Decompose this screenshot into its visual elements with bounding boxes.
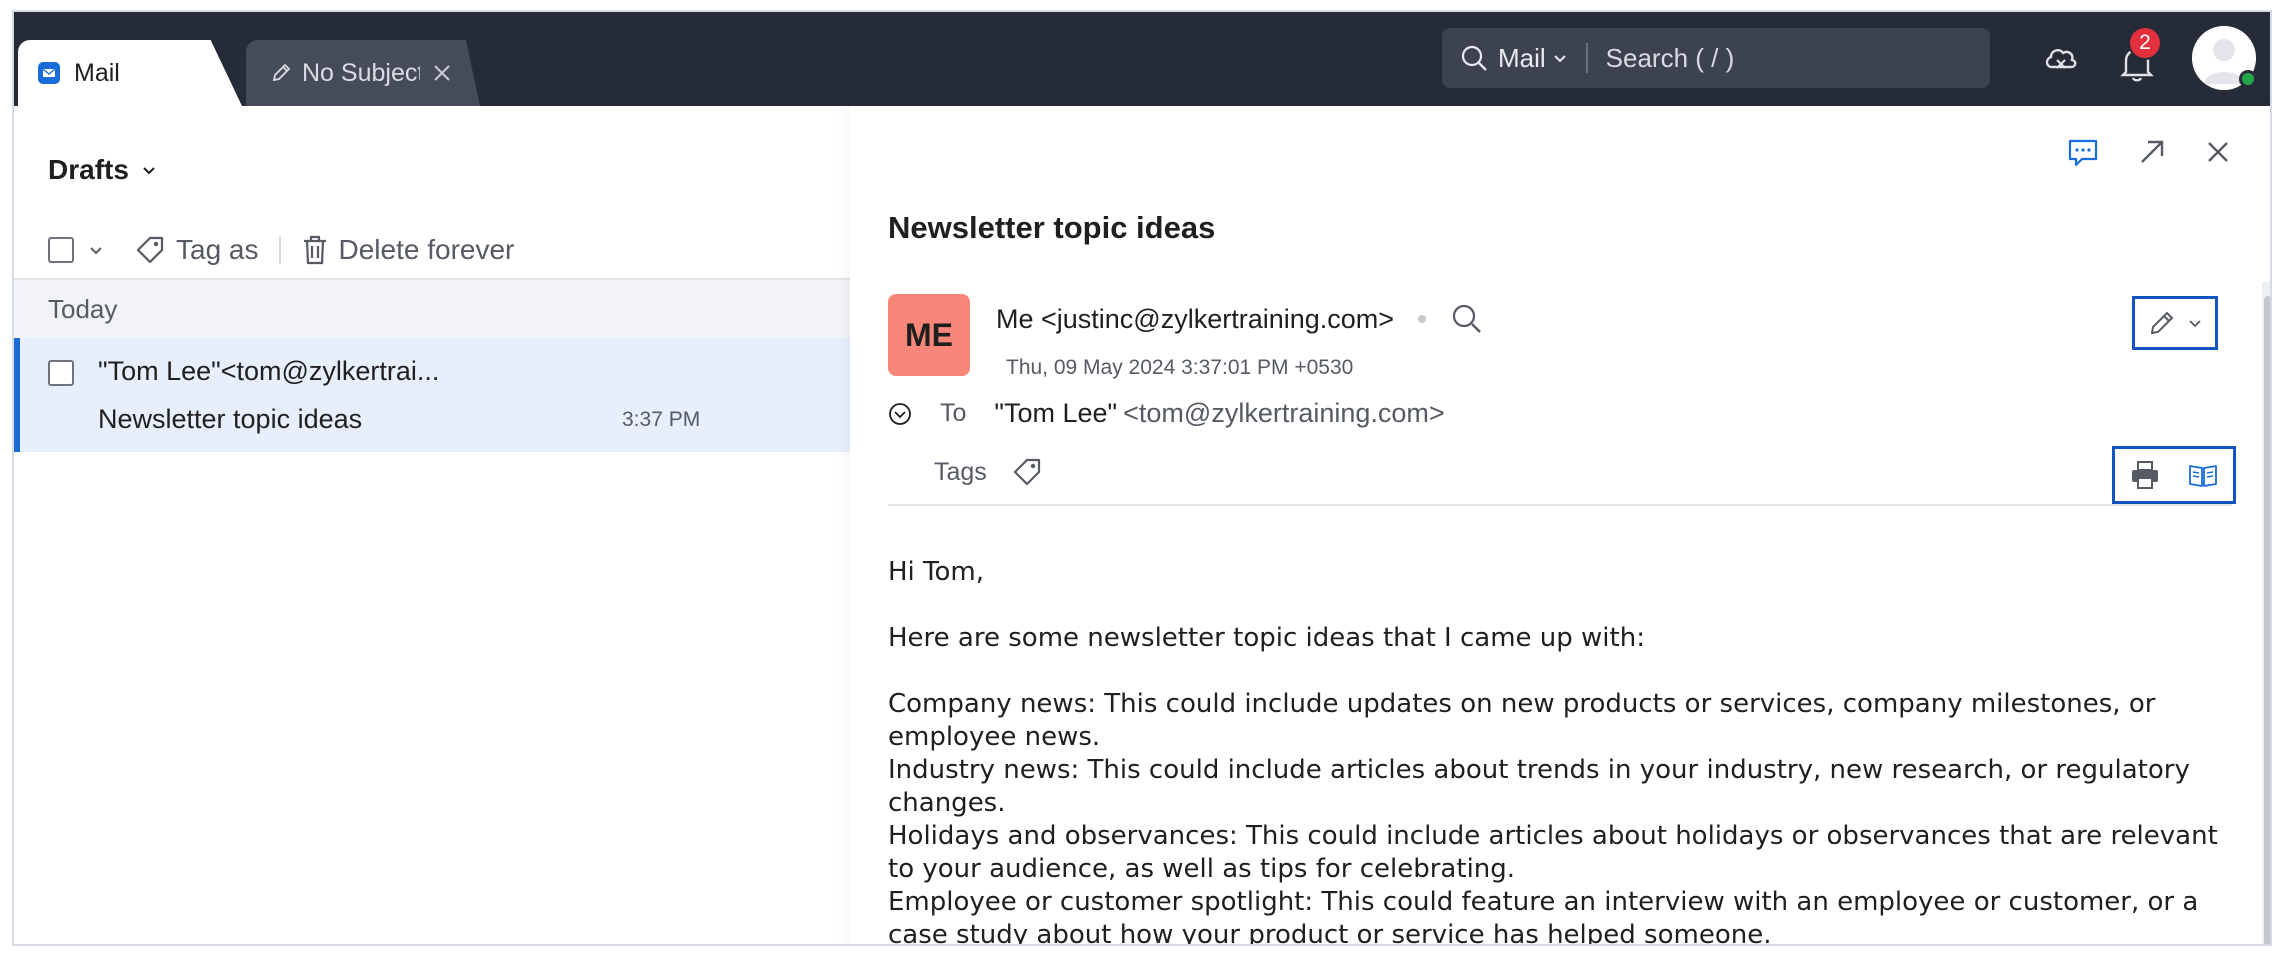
message-subject: Newsletter topic ideas: [888, 210, 1216, 245]
trash-icon: [301, 234, 329, 266]
message-body: Hi Tom, Here are some newsletter topic i…: [888, 556, 2248, 946]
scrollbar-thumb[interactable]: [2264, 296, 2270, 944]
scrollbar[interactable]: [2262, 282, 2270, 944]
tags-row: Tags: [934, 456, 1043, 488]
delete-forever-button[interactable]: Delete forever: [301, 234, 515, 266]
message-date: Thu, 09 May 2024 3:37:01 PM +0530: [1006, 356, 1354, 379]
list-group-header: Today: [14, 280, 850, 338]
toolbar-divider: [278, 236, 281, 264]
list-item-time: 3:37 PM: [622, 408, 701, 431]
recipient-row: To "Tom Lee" <tom@zylkertraining.com>: [888, 398, 1445, 429]
sender-row: Me <justinc@zylkertraining.com>: [996, 302, 1484, 336]
close-icon[interactable]: [2202, 136, 2234, 168]
message-actions-group: [2112, 446, 2236, 504]
sender-avatar: ME: [888, 294, 970, 376]
recipient-name[interactable]: "Tom Lee": [994, 398, 1117, 429]
reading-pane: Newsletter topic ideas ME Me <justinc@zy…: [850, 106, 2270, 946]
pencil-icon: [2148, 309, 2176, 337]
list-item-subject: Newsletter topic ideas: [98, 404, 363, 434]
search-icon: [1460, 44, 1488, 72]
list-item[interactable]: "Tom Lee"<tom@zylkertrai... Newsletter t…: [14, 338, 850, 452]
list-item-from: "Tom Lee"<tom@zylkertrai...: [98, 356, 440, 386]
body-point: Industry news: This could include articl…: [888, 755, 2190, 818]
online-status-dot: [2239, 70, 2257, 88]
folder-title-label: Drafts: [48, 154, 129, 185]
cloud-sync-icon[interactable]: [2042, 40, 2080, 78]
message-list-pane: Drafts Tag as Delete forever Today "Tom …: [14, 106, 850, 944]
pencil-icon: [270, 62, 292, 84]
folder-title[interactable]: Drafts: [48, 154, 157, 186]
chevron-down-icon[interactable]: [2188, 316, 2202, 330]
chevron-down-icon[interactable]: [141, 162, 157, 178]
body-intro: Here are some newsletter topic ideas tha…: [888, 623, 1645, 653]
tab-mail[interactable]: Mail: [18, 40, 242, 106]
search-scope[interactable]: Mail: [1498, 43, 1546, 74]
reading-mode-icon[interactable]: [2187, 459, 2219, 491]
close-icon[interactable]: [432, 63, 452, 83]
search-icon[interactable]: [1450, 302, 1484, 336]
delete-forever-label: Delete forever: [338, 234, 515, 265]
tag-icon: [134, 234, 166, 266]
pop-out-icon[interactable]: [2136, 136, 2168, 168]
divider: [888, 504, 2232, 506]
separator-dot: [1418, 315, 1427, 323]
body-point: Holidays and observances: This could inc…: [888, 821, 2218, 884]
expand-details-icon[interactable]: [888, 402, 912, 426]
chevron-down-icon[interactable]: [88, 242, 104, 258]
printer-icon[interactable]: [2129, 459, 2161, 491]
chevron-down-icon[interactable]: [1552, 50, 1568, 66]
comment-icon[interactable]: [2066, 136, 2100, 170]
body-point: Company news: This could include updates…: [888, 689, 2156, 752]
notification-badge: 2: [2128, 26, 2162, 60]
body-point: Employee or customer spotlight: This cou…: [888, 887, 2199, 946]
tag-icon[interactable]: [1011, 456, 1043, 488]
tag-as-label: Tag as: [176, 234, 259, 265]
tag-as-button[interactable]: Tag as: [134, 234, 259, 266]
tab-mail-label: Mail: [74, 58, 120, 87]
app-window: Mail No Subject Mail Search (/) 2 Draf…: [12, 10, 2272, 946]
tab-draft[interactable]: No Subject: [246, 40, 480, 106]
to-label: To: [940, 399, 967, 427]
recipient-address[interactable]: <tom@zylkertraining.com>: [1123, 398, 1445, 429]
search-input[interactable]: [1605, 42, 1966, 74]
search-bar[interactable]: Mail: [1442, 28, 1990, 88]
row-checkbox[interactable]: [48, 360, 74, 386]
list-toolbar: Tag as Delete forever: [48, 228, 514, 272]
mail-icon: [38, 62, 60, 84]
body-greeting: Hi Tom,: [888, 557, 985, 587]
sender-name[interactable]: Me <justinc@zylkertraining.com>: [996, 304, 1394, 335]
select-all-checkbox[interactable]: [48, 237, 74, 263]
top-bar: Mail No Subject Mail Search (/) 2: [14, 12, 2270, 106]
edit-draft-button[interactable]: [2132, 296, 2218, 350]
search-divider: [1585, 43, 1588, 73]
tags-label: Tags: [934, 457, 987, 486]
tab-draft-label: No Subject: [302, 58, 420, 87]
